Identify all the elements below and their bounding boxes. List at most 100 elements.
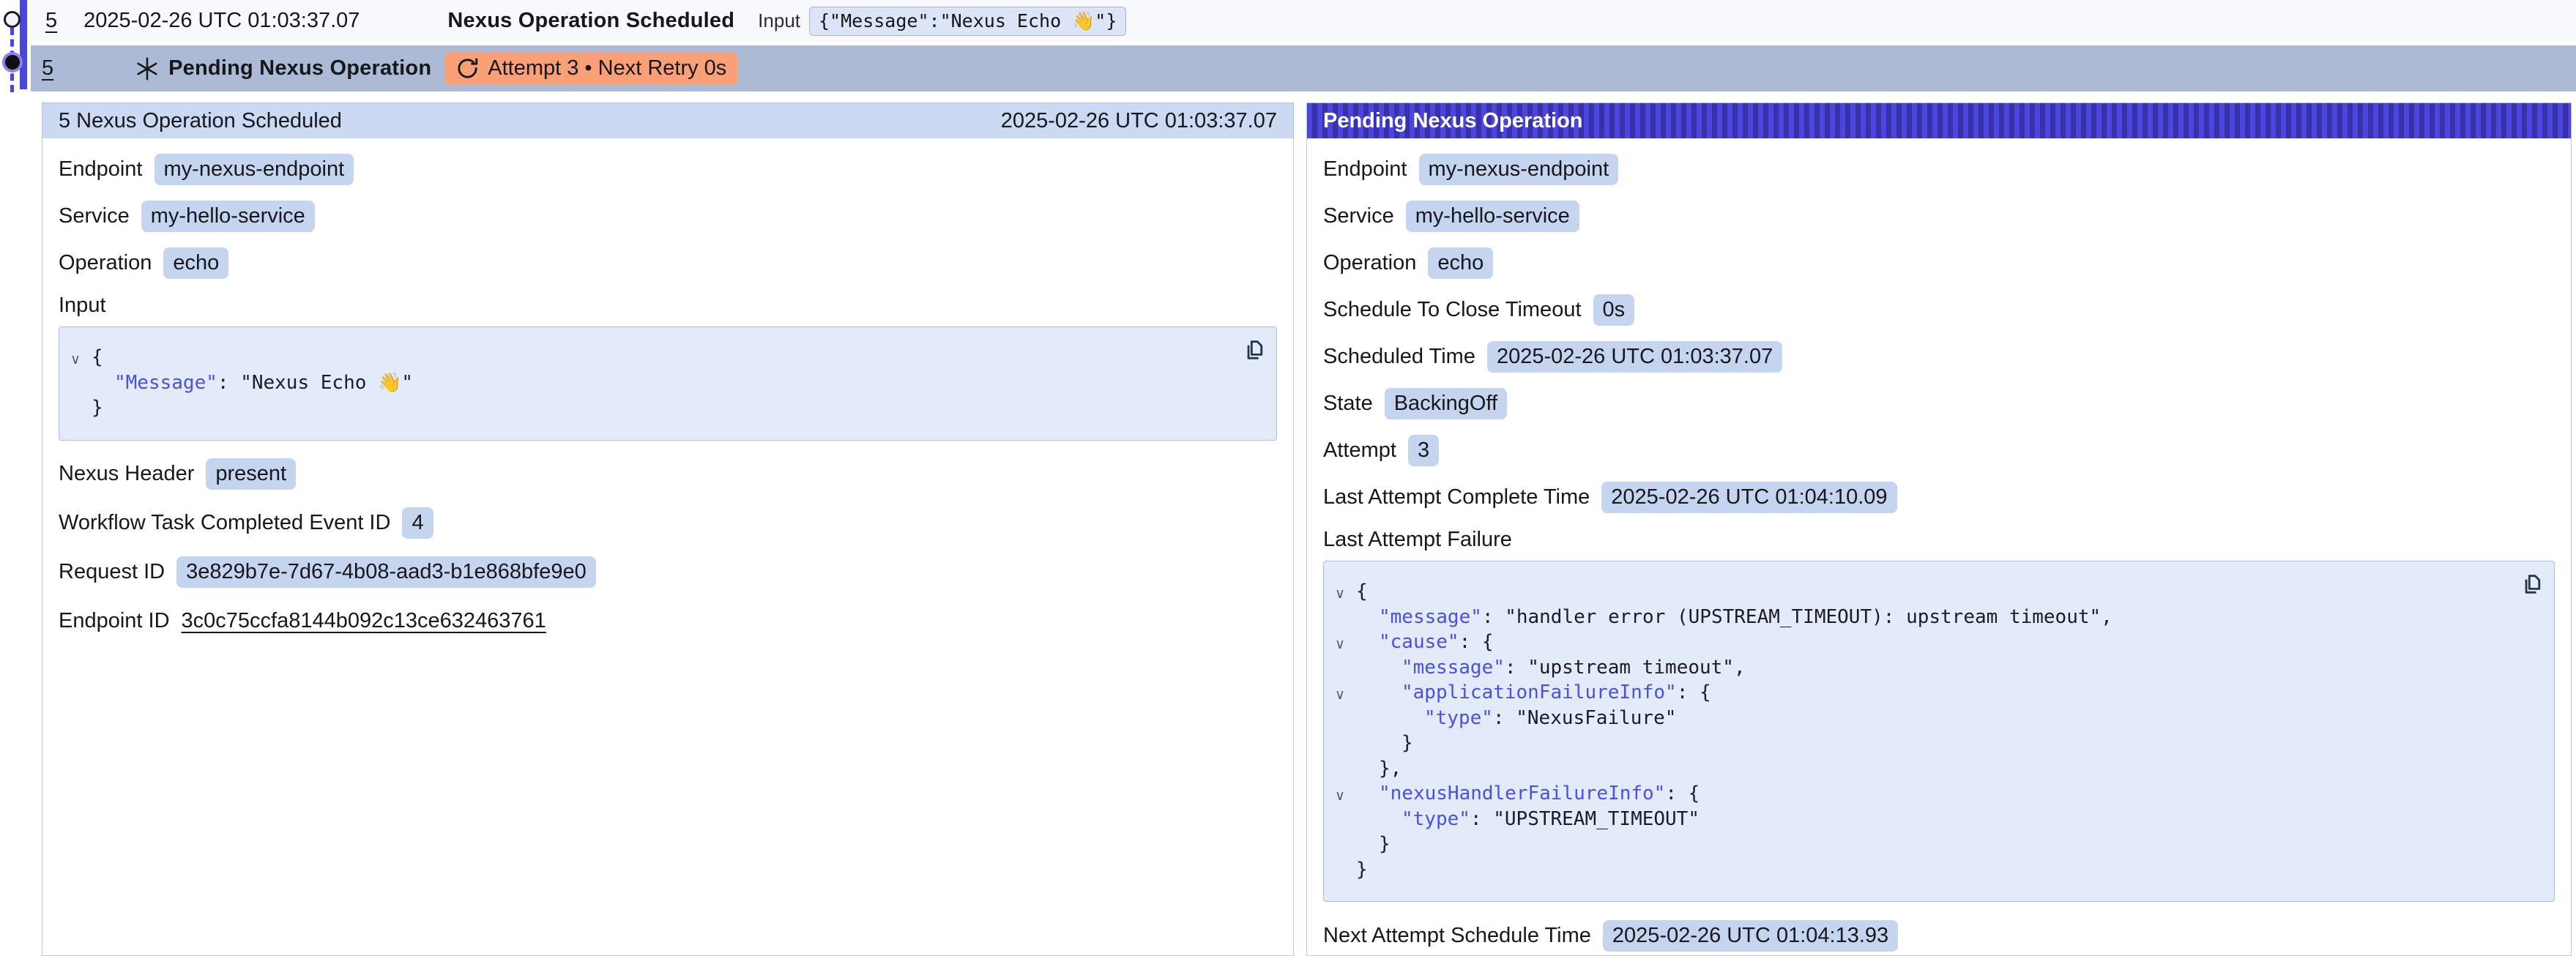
field-label: Nexus Header [59,462,194,486]
field-label: Operation [59,251,152,275]
field-row-next-attempt-schedule-time: Next Attempt Schedule Time 2025-02-26 UTC… [1323,919,2555,952]
pending-fields-top: Endpoint my-nexus-endpoint Service my-hello… [1323,153,2555,513]
event-id-link[interactable]: 5 [45,9,57,33]
field-value-badge: echo [163,247,228,279]
failure-section-label: Last Attempt Failure [1323,528,2555,552]
code-text: } [1324,859,1368,881]
pending-detail-panel: Pending Nexus Operation Endpoint my-nexus… [1306,102,2572,956]
field-label: Scheduled Time [1323,345,1475,369]
field-value-badge: 4 [402,507,433,539]
field-value-badge: my-nexus-endpoint [1419,154,1619,185]
code-line: } [1324,857,2510,883]
code-line: } [59,395,1232,421]
code-line: ∨{ [59,345,1232,370]
field-value-link[interactable]: 3c0c75ccfa8144b092c13ce632463761 [182,609,546,633]
input-code-block: ∨{"Message": "Nexus Echo 👋"} [59,326,1277,441]
field-label: Request ID [59,560,165,584]
field-value-badge: my-nexus-endpoint [155,154,354,185]
copy-icon[interactable] [2517,572,2542,597]
field-value-badge: 0s [1593,294,1635,326]
field-row-endpoint: Endpoint my-nexus-endpoint [1323,153,2555,185]
field-row-workflow-task-completed-event-id: Workflow Task Completed Event ID4 [59,507,1277,539]
code-line: }, [1324,756,2510,782]
field-row-request-id: Request ID 3e829b7e-7d67-4b08-aad3-b1e868… [59,556,1277,589]
field-row-operation: Operation echo [59,247,1277,279]
field-label: Next Attempt Schedule Time [1323,924,1591,948]
code-text: } [59,397,103,419]
field-value-badge: 3e829b7e-7d67-4b08-aad3-b1e868bfe9e0 [176,556,596,588]
code-line: ∨"nexusHandlerFailureInfo": { [1324,781,2510,807]
event-title: Nexus Operation Scheduled [447,9,734,33]
field-value-badge: echo [1428,247,1493,279]
code-line: } [1324,731,2510,756]
code-text: "type": "UPSTREAM_TIMEOUT" [1324,808,1700,830]
field-row-attempt: Attempt 3 [1323,434,2555,466]
timeline-active-bar [20,0,27,89]
field-row-service: Service my-hello-service [1323,200,2555,232]
code-text: "nexusHandlerFailureInfo": { [1324,783,1700,804]
field-value-badge: my-hello-service [1406,201,1579,232]
copy-icon[interactable] [1240,337,1265,362]
field-label: Operation [1323,251,1416,275]
event-summary-row[interactable]: 5 2025-02-26 UTC 01:03:37.07 Nexus Opera… [31,0,2576,42]
field-value-badge: present [206,458,296,490]
field-row-last-attempt-complete-time: Last Attempt Complete Time 2025-02-26 UTC… [1323,481,2555,513]
code-line: } [1324,832,2510,857]
code-line: "type": "UPSTREAM_TIMEOUT" [1324,807,2510,832]
field-row-nexus-header: Nexus Header present [59,458,1277,490]
detail-panels: 5 Nexus Operation Scheduled 2025-02-26 U… [42,102,2572,956]
field-value-badge: my-hello-service [141,201,315,232]
field-label: Schedule To Close Timeout [1323,298,1582,322]
collapse-chevron-icon[interactable]: ∨ [1335,632,1345,657]
field-value-badge: 3 [1408,435,1439,466]
retry-icon [455,56,480,81]
field-label: State [1323,392,1373,416]
collapse-chevron-icon[interactable]: ∨ [70,347,81,373]
collapse-chevron-icon[interactable]: ∨ [1335,581,1345,607]
event-detail-panel: 5 Nexus Operation Scheduled 2025-02-26 U… [42,102,1294,956]
code-line: "type": "NexusFailure" [1324,706,2510,731]
pending-panel-header: Pending Nexus Operation [1307,103,2571,138]
field-label: Service [1323,204,1394,228]
collapse-chevron-icon[interactable]: ∨ [1335,783,1345,809]
field-label: Attempt [1323,438,1396,463]
attempt-retry-text: Attempt 3 • Next Retry 0s [488,56,726,81]
collapse-chevron-icon[interactable]: ∨ [1335,682,1345,708]
event-panel-header: 5 Nexus Operation Scheduled 2025-02-26 U… [42,103,1293,138]
pending-asterisk-icon [134,56,160,82]
code-text: } [1324,833,1391,855]
code-line: "message": "upstream timeout", [1324,655,2510,681]
field-value-badge: 2025-02-26 UTC 01:04:10.09 [1601,482,1896,513]
code-text: "cause": { [1324,631,1494,653]
field-row-endpoint-id: Endpoint ID3c0c75ccfa8144b092c13ce632463… [59,605,1277,638]
pending-id-link[interactable]: 5 [42,56,53,81]
code-line: "message": "handler error (UPSTREAM_TIME… [1324,605,2510,630]
field-value-badge: 2025-02-26 UTC 01:03:37.07 [1487,341,1782,373]
event-fields-bottom: Nexus Header present Workflow Task Complet… [59,458,1277,638]
field-row-operation: Operation echo [1323,247,2555,279]
code-text: "Message": "Nexus Echo 👋" [59,372,413,394]
field-row-schedule-to-close-timeout: Schedule To Close Timeout 0s [1323,294,2555,326]
field-row-service: Service my-hello-service [59,200,1277,232]
pending-panel-body: Endpoint my-nexus-endpoint Service my-hello… [1307,138,2571,955]
input-label: Input [758,10,800,32]
field-value-badge: 2025-02-26 UTC 01:04:13.93 [1603,920,1898,952]
field-label: Endpoint [1323,157,1407,182]
field-row-scheduled-time: Scheduled Time 2025-02-26 UTC 01:03:37.07 [1323,340,2555,373]
pending-title: Pending Nexus Operation [168,56,431,81]
code-text: { [1324,580,1368,602]
code-text: }, [1324,758,1401,780]
event-panel-title: 5 Nexus Operation Scheduled [59,109,342,133]
field-label: Last Attempt Complete Time [1323,485,1590,509]
pending-operation-row[interactable]: 5 Pending Nexus Operation Attempt 3 • Ne… [31,45,2576,92]
field-label: Service [59,204,130,228]
event-timestamp: 2025-02-26 UTC 01:03:37.07 [83,9,360,33]
attempt-retry-badge: Attempt 3 • Next Retry 0s [444,53,737,85]
field-value-badge: BackingOff [1385,388,1507,419]
code-text: "type": "NexusFailure" [1324,707,1676,729]
timeline-event-circle-icon [4,11,21,28]
field-row-state: State BackingOff [1323,387,2555,419]
code-line: "Message": "Nexus Echo 👋" [59,370,1232,396]
pending-panel-title: Pending Nexus Operation [1323,109,1583,133]
code-text: "message": "handler error (UPSTREAM_TIME… [1324,606,2112,628]
